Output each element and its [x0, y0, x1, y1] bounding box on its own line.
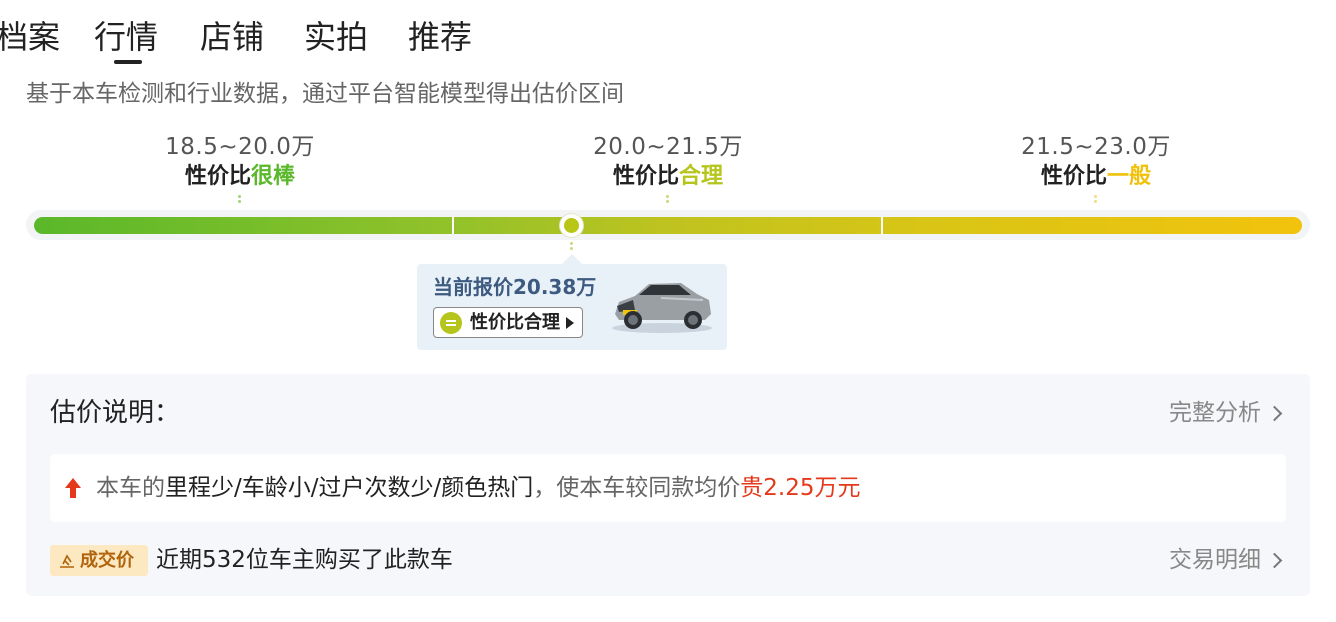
- range-price: 18.5~20.0万: [165, 134, 315, 160]
- range-price: 21.5~23.0万: [1021, 134, 1171, 160]
- reason-middle: ，使本车较同款均价: [533, 475, 741, 501]
- transaction-details-link[interactable]: 交易明细: [1169, 544, 1283, 576]
- range-label-2: 20.0~21.5万 性价比合理: [538, 132, 798, 192]
- active-tab-underline: [114, 60, 142, 64]
- range-rating: 性价比一般: [966, 162, 1226, 192]
- connector-dots: [666, 195, 670, 209]
- rating-word: 一般: [1107, 164, 1152, 189]
- bar-divider: [881, 217, 883, 234]
- handshake-icon: [60, 554, 74, 568]
- card-pointer: [562, 254, 582, 264]
- range-rating: 性价比很棒: [110, 162, 370, 192]
- range-label-1: 18.5~20.0万 性价比很棒: [110, 132, 370, 192]
- price-reason-text: 本车的里程少/车龄小/过户次数少/颜色热门，使本车较同款均价贵2.25万元: [96, 472, 860, 504]
- current-price-marker: [560, 214, 583, 237]
- valuation-explanation-panel: 估价说明： 完整分析 本车的里程少/车龄小/过户次数少/颜色热门，使本车较同款均…: [26, 374, 1310, 596]
- range-label-3: 21.5~23.0万 性价比一般: [966, 132, 1226, 192]
- connector-dots: [1094, 195, 1098, 209]
- play-caret-icon: [566, 317, 574, 329]
- chevron-right-icon: [1266, 552, 1283, 569]
- range-rating: 性价比合理: [538, 162, 798, 192]
- reason-highlight: 贵2.25万元: [740, 475, 861, 501]
- reason-prefix: 本车的: [96, 475, 165, 501]
- transaction-details-label: 交易明细: [1169, 547, 1261, 573]
- full-analysis-label: 完整分析: [1169, 400, 1261, 426]
- valuation-description: 基于本车检测和行业数据，通过平台智能模型得出估价区间: [26, 81, 624, 107]
- rating-word: 合理: [679, 164, 724, 189]
- rating-word: 很棒: [251, 164, 296, 189]
- connector-dots: [238, 195, 242, 209]
- tab-bar: 档案 行情 店铺 实拍 推荐: [0, 14, 1336, 64]
- current-price-card: 当前报价20.38万 性价比合理: [417, 264, 727, 350]
- price-range-bar: [34, 217, 1302, 234]
- deal-summary: 近期532位车主购买了此款车: [156, 547, 453, 573]
- tab-archive[interactable]: 档案: [0, 14, 60, 60]
- bar-divider: [452, 217, 454, 234]
- chevron-right-icon: [1266, 405, 1283, 422]
- value-rating-label: 性价比合理: [470, 312, 560, 333]
- rating-prefix: 性价比: [612, 164, 679, 189]
- price-reason-box: 本车的里程少/车龄小/过户次数少/颜色热门，使本车较同款均价贵2.25万元: [50, 454, 1286, 522]
- value-rating-button[interactable]: 性价比合理: [433, 307, 583, 338]
- full-analysis-link[interactable]: 完整分析: [1169, 398, 1283, 428]
- tab-market[interactable]: 行情: [94, 14, 158, 60]
- tab-photos[interactable]: 实拍: [304, 14, 368, 60]
- reason-factors: 里程少/车龄小/过户次数少/颜色热门: [165, 475, 534, 501]
- range-price: 20.0~21.5万: [593, 134, 743, 160]
- tab-shop[interactable]: 店铺: [200, 14, 264, 60]
- current-price-title: 当前报价20.38万: [433, 275, 597, 299]
- tab-recommend[interactable]: 推荐: [408, 14, 472, 60]
- arrow-up-icon: [65, 478, 81, 498]
- deal-price-tag: 成交价: [50, 545, 148, 576]
- suv-car-image: [612, 283, 712, 333]
- panel-title: 估价说明：: [50, 398, 181, 428]
- equal-icon: [440, 312, 462, 334]
- rating-prefix: 性价比: [1040, 164, 1107, 189]
- deal-tag-label: 成交价: [80, 550, 134, 571]
- rating-prefix: 性价比: [184, 164, 251, 189]
